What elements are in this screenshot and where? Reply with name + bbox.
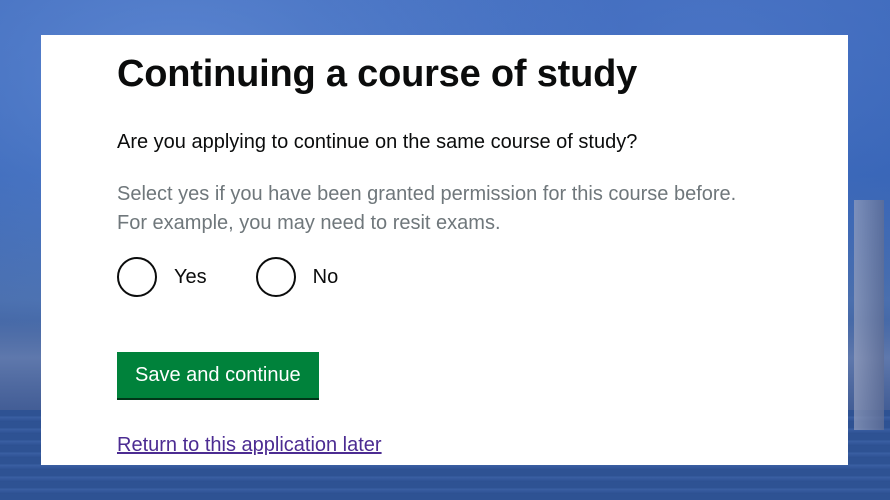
hint-line-2: For example, you may need to resit exams… <box>117 212 501 234</box>
radio-no-label[interactable]: No <box>313 266 339 289</box>
background-tower <box>854 200 884 430</box>
radio-no[interactable]: No <box>255 257 339 297</box>
page-title: Continuing a course of study <box>117 53 638 95</box>
save-and-continue-button[interactable]: Save and continue <box>117 352 319 398</box>
radio-yes[interactable]: Yes <box>117 257 207 297</box>
radio-group: Yes No <box>117 257 387 297</box>
return-later-link[interactable]: Return to this application later <box>117 434 382 457</box>
radio-yes-circle[interactable] <box>117 257 157 297</box>
radio-yes-label[interactable]: Yes <box>174 266 207 289</box>
question-text: Are you applying to continue on the same… <box>117 131 638 153</box>
form-card: Continuing a course of study Are you app… <box>41 35 848 465</box>
hint-text: Select yes if you have been granted perm… <box>117 180 817 238</box>
hint-line-1: Select yes if you have been granted perm… <box>117 183 737 205</box>
radio-no-circle[interactable] <box>255 257 296 297</box>
